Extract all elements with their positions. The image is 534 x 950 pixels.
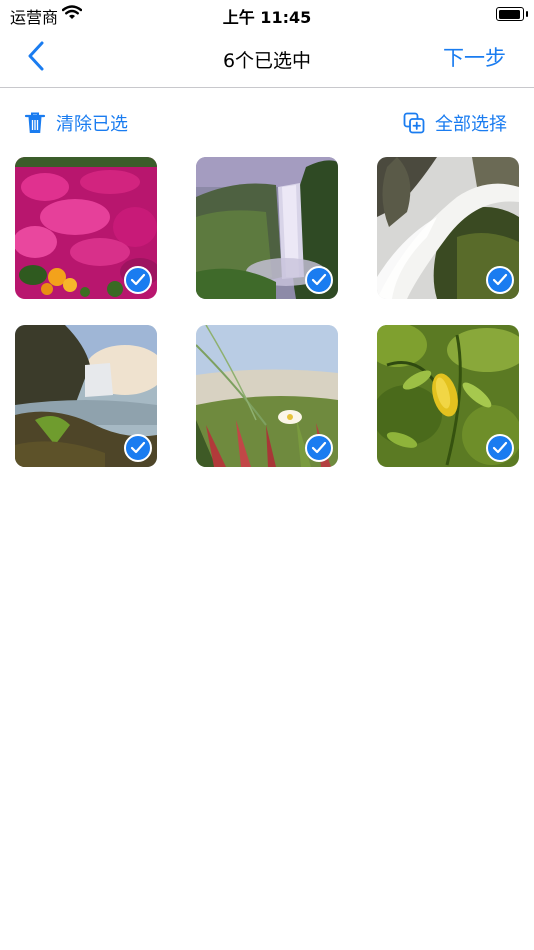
selected-checkmark-icon: [305, 434, 333, 462]
photo-tile[interactable]: [15, 157, 157, 299]
select-all-label: 全部选择: [435, 114, 507, 135]
status-time: 上午 11:45: [222, 8, 312, 27]
selected-checkmark-icon: [305, 266, 333, 294]
status-bar: 运营商 上午 11:45: [0, 0, 534, 30]
photo-tile[interactable]: [15, 325, 157, 467]
navigation-bar: 6个已选中 下一步: [0, 30, 534, 88]
clear-selection-button[interactable]: 清除已选: [24, 110, 128, 136]
selected-checkmark-icon: [124, 434, 152, 462]
photo-tile[interactable]: [196, 157, 338, 299]
selected-checkmark-icon: [486, 266, 514, 294]
trash-icon: [24, 112, 46, 133]
select-all-icon: [403, 112, 425, 134]
photo-tile[interactable]: [377, 157, 519, 299]
battery-icon: [496, 7, 528, 21]
battery-level: [498, 9, 520, 19]
photo-tile[interactable]: [377, 325, 519, 467]
clear-selection-label: 清除已选: [56, 114, 128, 135]
selected-checkmark-icon: [124, 266, 152, 294]
selection-toolbar: 清除已选 全部选择: [0, 106, 534, 140]
photo-tile[interactable]: [196, 325, 338, 467]
next-button[interactable]: 下一步: [443, 42, 506, 72]
select-all-button[interactable]: 全部选择: [403, 110, 507, 136]
selected-checkmark-icon: [486, 434, 514, 462]
